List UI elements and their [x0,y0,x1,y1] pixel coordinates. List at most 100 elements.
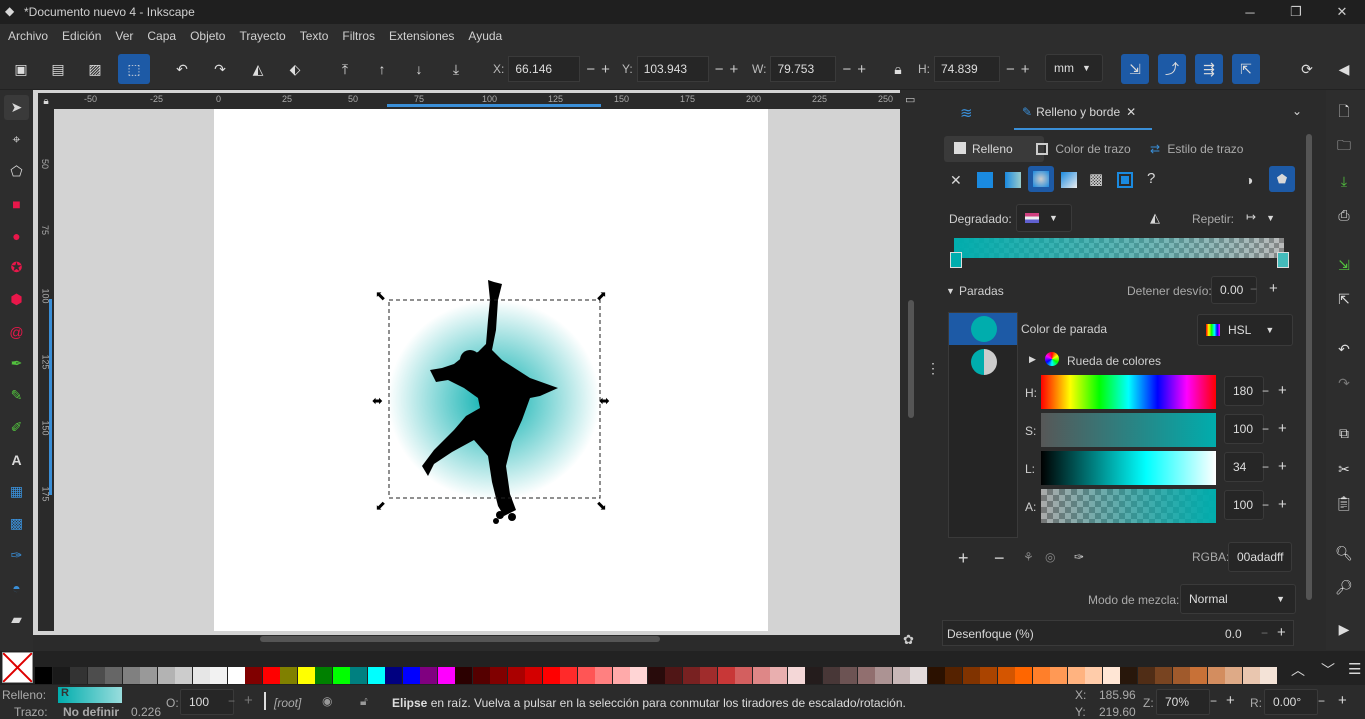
h-input[interactable]: 74.839 [934,56,1000,82]
palette-swatch[interactable] [595,667,612,684]
expander-open-icon[interactable]: ▼ [946,286,955,296]
x-input[interactable]: 66.146 [508,56,581,82]
unset-paint-icon[interactable]: ? [1147,170,1155,187]
menu-filtros[interactable]: Filtros [342,29,375,43]
palette-swatch[interactable] [455,667,472,684]
gradient-editor-bar[interactable] [954,238,1284,258]
palette-swatch[interactable] [262,667,280,684]
palette-swatch[interactable] [507,667,525,684]
palette-swatch[interactable] [402,667,420,684]
maximize-icon[interactable]: ❐ [1273,0,1319,24]
no-paint-icon[interactable]: ✕ [950,172,962,189]
mesh-gradient-icon[interactable] [1061,172,1077,188]
x-spinbox[interactable]: X: 66.146 − + [493,55,610,83]
stops-list[interactable] [948,312,1018,538]
text-tool-icon[interactable]: A [4,447,29,472]
transform-gradients-icon[interactable]: ⇶ [1195,54,1223,84]
palette-swatch[interactable] [840,667,857,684]
calligraphy-tool-icon[interactable]: ✐ [4,415,29,440]
h-spinbox[interactable]: H: 74.839 − + [918,55,1030,83]
palette-swatch[interactable] [1172,667,1190,684]
flip-vertical-icon[interactable]: ⬖ [282,56,308,82]
y-spinbox[interactable]: Y: 103.943 − + [622,55,738,83]
palette-swatch[interactable] [490,667,507,684]
palette-swatch[interactable] [1190,667,1207,684]
redo-icon[interactable]: ↷ [1331,370,1357,396]
rotate-plus-icon[interactable]: + [1338,692,1347,709]
palette-swatch[interactable] [577,667,595,684]
zoom-selection-icon[interactable]: 🔍︎ [1331,540,1357,566]
opacity-input[interactable]: 100 [180,689,234,715]
alpha-input[interactable]: 100 [1224,490,1264,520]
copy-icon[interactable]: ⧉ [1331,420,1357,446]
palette-swatch[interactable] [52,667,70,684]
expand-right-icon[interactable]: ▶ [1331,616,1357,642]
pencil-tool-icon[interactable]: ✎ [4,383,29,408]
touch-select-icon[interactable]: ⬚ [118,54,150,84]
palette-swatch[interactable] [227,667,245,684]
lightness-minus-icon[interactable]: − [1262,460,1269,474]
palette-swatch[interactable] [1225,667,1242,684]
palette-swatch[interactable] [682,667,700,684]
blur-plus-icon[interactable]: + [1277,624,1286,641]
x-minus-icon[interactable]: − [586,61,595,78]
open-icon[interactable]: 🗀︎ [1331,134,1357,160]
palette-swatch[interactable] [945,667,962,684]
rotate-ccw-icon[interactable]: ↶ [169,56,195,82]
ellipse-tool-icon[interactable]: ● [4,223,29,248]
stroke-width-value[interactable]: 0.226 [131,705,161,719]
palette-scroll-up-icon[interactable]: ︿ [1291,660,1305,680]
palette-swatch[interactable] [822,667,840,684]
scale-corners-icon[interactable]: ⤴ [1158,54,1186,84]
export-icon[interactable]: ⇱ [1331,286,1357,312]
palette-swatch[interactable] [927,667,945,684]
lightness-plus-icon[interactable]: + [1278,458,1287,475]
selector-tool-icon[interactable]: ➤ [4,95,29,120]
palette-swatch[interactable] [332,667,350,684]
eyedropper-icon[interactable]: ✑ [1074,550,1084,564]
palette-swatch[interactable] [962,667,980,684]
palette-swatch[interactable] [70,667,87,684]
expander-closed-icon[interactable]: ▶ [1029,354,1036,365]
panel-scrollbar[interactable] [1306,134,1312,600]
palette-swatch[interactable] [297,667,315,684]
palette-swatch[interactable] [35,667,52,684]
alpha-plus-icon[interactable]: + [1278,496,1287,513]
paste-icon[interactable]: 📋︎ [1331,490,1357,516]
menu-texto[interactable]: Texto [300,29,329,43]
opacity-minus-icon[interactable]: − [228,694,235,708]
layer-visibility-icon[interactable]: ◉ [322,694,332,708]
palette-swatch[interactable] [1015,667,1032,684]
saturation-slider[interactable] [1041,413,1216,447]
tweak-tool-icon[interactable]: ⬠ [4,159,29,184]
linear-gradient-icon[interactable] [1005,172,1021,188]
paint-bucket-tool-icon[interactable]: ◓ [4,575,29,600]
palette-swatch[interactable] [525,667,542,684]
subtab-fill[interactable]: Relleno [944,136,1044,162]
swatch-icon[interactable] [1117,172,1133,188]
palette-swatch[interactable] [735,667,752,684]
out-of-gamut-icon[interactable]: ◎ [1045,550,1055,564]
select-all-layers-icon[interactable]: ▤ [45,56,71,82]
subtab-stroke-style[interactable]: ⇄ Estilo de trazo [1150,142,1243,156]
radial-gradient-icon[interactable] [1028,166,1054,192]
close-icon[interactable]: ✕ [1319,0,1365,24]
display-mode-icon[interactable]: ▭ [905,93,921,109]
color-mode-select[interactable]: HSL ▼ [1197,314,1293,346]
new-document-icon[interactable]: 🗋︎ [1331,100,1357,126]
gradient-stop-handle[interactable] [950,252,962,268]
menu-extensiones[interactable]: Extensiones [389,29,454,43]
alpha-slider[interactable] [1041,489,1216,523]
palette-swatch[interactable] [420,667,437,684]
lock-icon[interactable]: 🔒︎ [885,56,911,82]
alpha-minus-icon[interactable]: − [1262,498,1269,512]
node-tool-icon[interactable]: ⌖ [4,127,29,152]
palette-swatch[interactable] [560,667,577,684]
gradient-select[interactable]: ▼ [1016,204,1072,232]
dropper-tool-icon[interactable]: ✑ [4,543,29,568]
menu-ver[interactable]: Ver [115,29,133,43]
snap-icon[interactable]: ⟳ [1294,56,1320,82]
gradient-tool-icon[interactable]: ▦ [4,479,29,504]
palette-menu-icon[interactable]: ☰ [1348,660,1361,678]
palette-swatch[interactable] [245,667,262,684]
